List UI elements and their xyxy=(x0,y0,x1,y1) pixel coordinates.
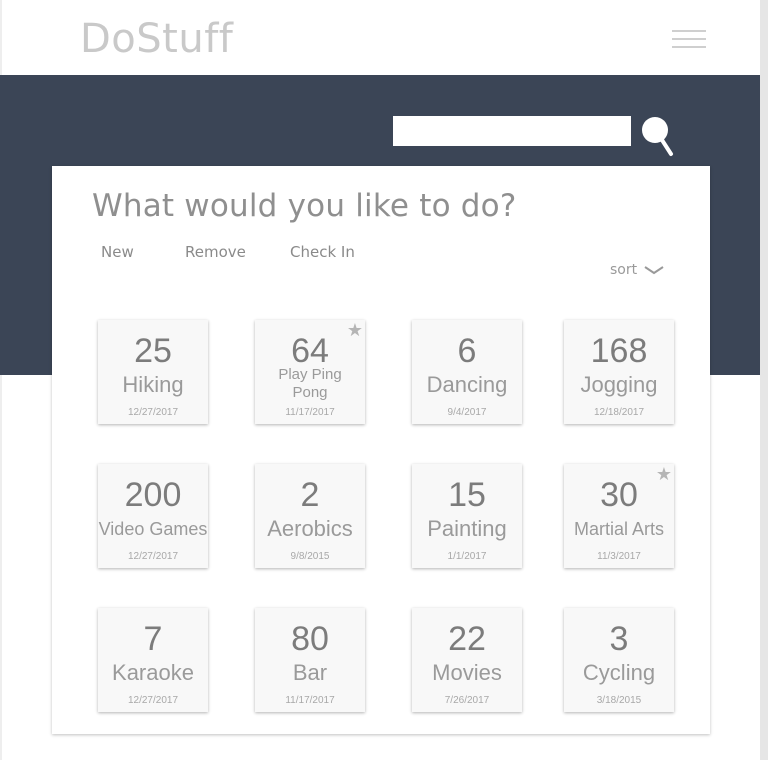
activity-card-jogging[interactable]: 168 Jogging 12/18/2017 xyxy=(564,320,674,424)
activity-date: 9/4/2017 xyxy=(447,407,487,418)
activity-card-dancing[interactable]: 6 Dancing 9/4/2017 xyxy=(412,320,522,424)
remove-button[interactable]: Remove xyxy=(185,243,246,261)
activity-count: 25 xyxy=(134,332,172,370)
activity-date: 9/8/2015 xyxy=(290,551,330,562)
activity-card-hiking[interactable]: 25 Hiking 12/27/2017 xyxy=(98,320,208,424)
activity-count: 2 xyxy=(300,476,320,514)
activity-count: 168 xyxy=(590,332,648,370)
activity-card-aerobics[interactable]: 2 Aerobics 9/8/2015 xyxy=(255,464,365,568)
activity-card-bar[interactable]: 80 Bar 11/17/2017 xyxy=(255,608,365,712)
page-title: What would you like to do? xyxy=(92,188,517,224)
activity-name: Aerobics xyxy=(267,516,353,541)
sort-label: sort xyxy=(610,262,638,278)
app-logo[interactable]: DoStuff xyxy=(80,16,233,62)
activity-card-movies[interactable]: 22 Movies 7/26/2017 xyxy=(412,608,522,712)
activity-count: 64 xyxy=(291,332,329,370)
activity-card-martial-arts[interactable]: ★ 30 Martial Arts 11/3/2017 xyxy=(564,464,674,568)
hamburger-menu-icon[interactable] xyxy=(672,28,706,50)
chevron-down-icon xyxy=(644,266,664,275)
activity-card-karaoke[interactable]: 7 Karaoke 12/27/2017 xyxy=(98,608,208,712)
search-icon[interactable] xyxy=(638,114,678,160)
activity-name: Cycling xyxy=(582,660,656,685)
new-button[interactable]: New xyxy=(101,243,134,261)
activity-count: 15 xyxy=(448,476,486,514)
activity-name: Bar xyxy=(292,660,328,685)
activity-count: 80 xyxy=(291,620,329,658)
activity-name: Movies xyxy=(432,660,502,685)
activity-date: 1/1/2017 xyxy=(447,551,487,562)
sort-dropdown[interactable]: sort xyxy=(610,262,665,278)
activity-name: Jogging xyxy=(580,372,658,397)
activity-count: 22 xyxy=(448,620,486,658)
activity-card-play-ping-pong[interactable]: ★ 64 Play Ping Pong 11/17/2017 xyxy=(255,320,365,424)
activity-date: 12/27/2017 xyxy=(127,695,179,706)
activity-name: Play Ping Pong xyxy=(278,366,342,401)
activity-count: 200 xyxy=(124,476,182,514)
activity-name: Hiking xyxy=(122,372,184,397)
activity-card-video-games[interactable]: 200 Video Games 12/27/2017 xyxy=(98,464,208,568)
activity-card-painting[interactable]: 15 Painting 1/1/2017 xyxy=(412,464,522,568)
activity-date: 11/17/2017 xyxy=(285,695,335,706)
activity-date: 3/18/2015 xyxy=(596,695,642,706)
activity-count: 6 xyxy=(457,332,477,370)
activity-date: 12/27/2017 xyxy=(127,551,179,562)
activity-date: 12/18/2017 xyxy=(593,407,645,418)
activity-count: 7 xyxy=(143,620,163,658)
window-right-edge xyxy=(760,0,768,760)
activity-count: 30 xyxy=(600,476,638,514)
check-in-button[interactable]: Check In xyxy=(290,243,355,261)
activity-card-cycling[interactable]: 3 Cycling 3/18/2015 xyxy=(564,608,674,712)
activity-name: Karaoke xyxy=(112,660,194,685)
activity-date: 11/17/2017 xyxy=(285,407,335,418)
activity-name: Martial Arts xyxy=(573,519,665,539)
activity-name: Video Games xyxy=(98,519,208,539)
activity-count: 3 xyxy=(609,620,629,658)
activity-date: 7/26/2017 xyxy=(444,695,490,706)
activity-date: 12/27/2017 xyxy=(127,407,179,418)
activity-name: Painting xyxy=(427,516,507,541)
activity-name: Dancing xyxy=(426,372,508,397)
search-input[interactable] xyxy=(393,116,631,146)
activity-date: 11/3/2017 xyxy=(597,551,641,562)
